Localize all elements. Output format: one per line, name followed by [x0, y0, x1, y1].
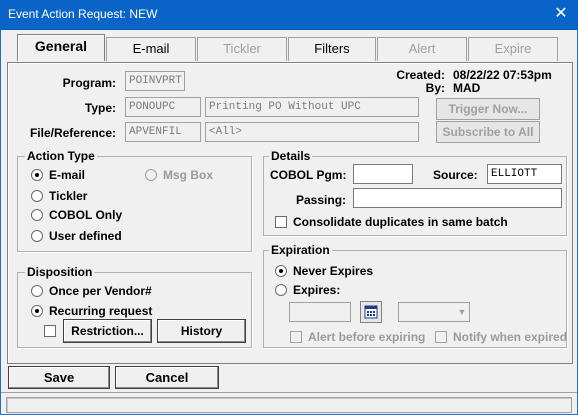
- history-button[interactable]: History: [157, 319, 246, 343]
- file-reference-label: File/Reference:: [29, 126, 116, 140]
- window-title: Event Action Request: NEW: [8, 7, 158, 21]
- radio-selected-dot: [35, 309, 39, 313]
- alert-before-label: Alert before expiring: [308, 330, 426, 344]
- expires-date-input[interactable]: [289, 302, 351, 322]
- expiration-title: Expiration: [269, 243, 332, 257]
- tab-label: Tickler: [223, 41, 261, 56]
- passing-label: Passing:: [296, 193, 347, 207]
- action-email-radio[interactable]: [31, 169, 43, 181]
- tab-alert[interactable]: Alert: [377, 37, 467, 61]
- tab-label: Filters: [314, 41, 350, 56]
- created-value: 08/22/22 07:53pm: [453, 68, 552, 82]
- calendar-icon[interactable]: [360, 301, 382, 323]
- recurring-request-radio[interactable]: [31, 305, 43, 317]
- never-expires-radio[interactable]: [275, 265, 287, 277]
- expires-radio[interactable]: [275, 284, 287, 296]
- passing-input[interactable]: [353, 188, 562, 208]
- save-button[interactable]: Save: [8, 366, 110, 389]
- tab-filters[interactable]: Filters: [288, 37, 376, 61]
- recurring-request-label: Recurring request: [49, 304, 153, 318]
- cobol-pgm-input[interactable]: [353, 164, 413, 184]
- action-type-title: Action Type: [25, 149, 97, 163]
- status-bar: [1, 392, 577, 414]
- expires-label: Expires:: [293, 283, 341, 297]
- cancel-button[interactable]: Cancel: [115, 366, 219, 389]
- created-label: Created:: [396, 68, 445, 82]
- notify-expired-checkbox[interactable]: [435, 331, 447, 343]
- tab-label: E-mail: [132, 41, 170, 56]
- disposition-title: Disposition: [25, 265, 95, 279]
- type-code-field[interactable]: PONOUPC: [125, 97, 201, 117]
- close-icon[interactable]: ✕: [548, 3, 574, 25]
- action-msgbox-radio[interactable]: [145, 169, 157, 181]
- never-expires-label: Never Expires: [293, 264, 374, 278]
- consolidate-label: Consolidate duplicates in same batch: [293, 215, 508, 229]
- action-user-defined-label: User defined: [49, 229, 122, 243]
- tab-email[interactable]: E-mail: [106, 37, 196, 61]
- trigger-now-button[interactable]: Trigger Now...: [436, 98, 540, 120]
- details-title: Details: [269, 149, 313, 163]
- tab-tickler[interactable]: Tickler: [197, 37, 287, 61]
- type-label: Type:: [84, 101, 116, 115]
- action-tickler-radio[interactable]: [31, 190, 43, 202]
- program-label: Program:: [62, 76, 116, 90]
- action-tickler-label: Tickler: [49, 189, 88, 203]
- subscribe-all-button[interactable]: Subscribe to All: [436, 121, 540, 143]
- once-per-vendor-radio[interactable]: [31, 285, 43, 297]
- tab-label: General: [34, 38, 88, 54]
- file-field[interactable]: APVENFIL: [125, 122, 201, 142]
- action-cobol-radio[interactable]: [31, 209, 43, 221]
- by-value: MAD: [453, 81, 481, 95]
- type-desc-field[interactable]: Printing PO Without UPC: [205, 97, 419, 117]
- cobol-pgm-label: COBOL Pgm:: [270, 168, 347, 182]
- program-field[interactable]: POINVPRT: [125, 71, 185, 91]
- restriction-button[interactable]: Restriction...: [63, 319, 152, 343]
- status-bar-panel: [6, 397, 572, 413]
- radio-selected-dot: [35, 173, 39, 177]
- source-label: Source:: [433, 168, 478, 182]
- once-per-vendor-label: Once per Vendor#: [49, 284, 152, 298]
- restriction-checkbox[interactable]: [44, 325, 56, 337]
- chevron-down-icon[interactable]: ▼: [455, 303, 469, 321]
- radio-selected-dot: [279, 269, 283, 273]
- action-user-defined-radio[interactable]: [31, 230, 43, 242]
- action-cobol-label: COBOL Only: [49, 208, 123, 222]
- tab-label: Expire: [494, 41, 532, 56]
- consolidate-checkbox[interactable]: [275, 216, 287, 228]
- window-titlebar: Event Action Request: NEW ✕: [0, 0, 578, 30]
- by-label: By:: [425, 81, 445, 95]
- tab-label: Alert: [408, 41, 436, 56]
- file-reference-field[interactable]: <All>: [205, 122, 419, 142]
- tab-expire[interactable]: Expire: [468, 37, 558, 61]
- action-email-label: E-mail: [49, 168, 86, 182]
- notify-expired-label: Notify when expired: [453, 330, 568, 344]
- source-input[interactable]: ELLIOTT: [487, 164, 562, 184]
- action-msgbox-label: Msg Box: [163, 168, 214, 182]
- tab-general[interactable]: General: [17, 34, 105, 61]
- alert-before-checkbox[interactable]: [290, 331, 302, 343]
